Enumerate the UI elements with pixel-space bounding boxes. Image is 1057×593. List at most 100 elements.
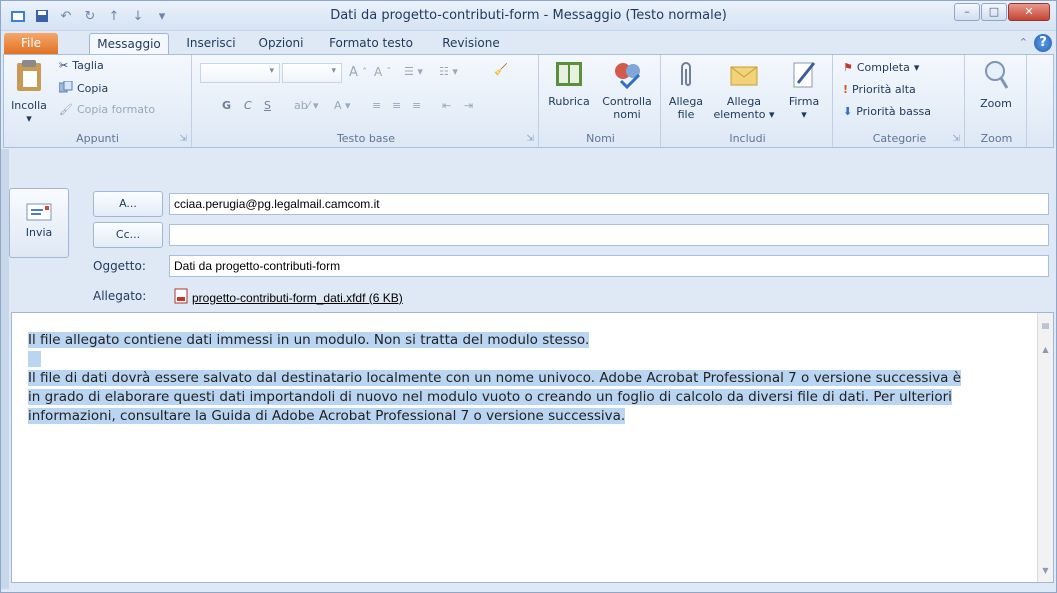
- close-button[interactable]: ✕: [1008, 3, 1050, 21]
- ribbon-tabs: File Messaggio Inserisci Opzioni Formato…: [1, 31, 1056, 55]
- dialog-launcher-icon[interactable]: ⇲: [952, 134, 960, 144]
- attach-file-button[interactable]: Allega file: [665, 59, 707, 121]
- dialog-launcher-icon[interactable]: ⇲: [526, 134, 534, 144]
- signature-icon: [781, 59, 827, 92]
- group-includi: Allega file Allega elemento ▾ Firma ▾ Inc…: [663, 55, 833, 147]
- body-paragraph-2-line-3: informazioni, consultare la Guida di Ado…: [28, 408, 626, 424]
- subject-label: Oggetto:: [93, 259, 146, 273]
- dialog-launcher-icon[interactable]: ⇲: [179, 134, 187, 144]
- exclamation-icon: !: [843, 83, 849, 96]
- font-size-combo[interactable]: ▾: [282, 63, 342, 83]
- cc-button[interactable]: Cc...: [93, 222, 163, 248]
- clipboard-icon: [6, 59, 52, 96]
- cc-field[interactable]: [169, 224, 1049, 246]
- to-field[interactable]: cciaa.perugia@pg.legalmail.camcom.it: [169, 193, 1049, 215]
- scroll-up-icon[interactable]: ▲: [1040, 343, 1051, 357]
- paperclip-icon: [665, 59, 707, 92]
- scroll-down-icon[interactable]: ▼: [1040, 564, 1051, 578]
- left-border: [1, 149, 9, 589]
- group-label-nomi: Nomi: [586, 132, 615, 145]
- tab-messaggio[interactable]: Messaggio: [89, 33, 169, 55]
- tab-formato-testo[interactable]: Formato testo: [321, 33, 421, 55]
- pdf-file-icon: [174, 288, 188, 307]
- address-book-icon: [543, 59, 595, 92]
- format-painter-button[interactable]: 🖌 Copia formato: [59, 103, 155, 116]
- message-body-text: Il file allegato contiene dati immessi i…: [28, 331, 1018, 426]
- group-testo-base: ▾ ▾ Aˆ Aˇ ☰ ▾ ☷ ▾ 🧹 G C S ab⁄ ▾ A ▾ ≡ ≡ …: [194, 55, 539, 147]
- chevron-down-icon: ▾: [331, 66, 336, 76]
- underline-button[interactable]: S: [264, 99, 271, 112]
- message-body[interactable]: Il file allegato contiene dati immessi i…: [11, 312, 1054, 583]
- subject-field[interactable]: Dati da progetto-contributi-form: [169, 255, 1049, 277]
- envelope-icon: [709, 59, 779, 92]
- attach-item-button[interactable]: Allega elemento ▾: [709, 59, 779, 121]
- group-label-includi: Includi: [729, 132, 766, 145]
- maximize-button[interactable]: □: [981, 3, 1007, 21]
- minimize-button[interactable]: –: [954, 3, 980, 21]
- grow-font-icon[interactable]: Aˆ: [349, 65, 367, 80]
- signature-button[interactable]: Firma ▾: [781, 59, 827, 121]
- group-label-appunti: Appunti: [76, 132, 119, 145]
- tab-revisione[interactable]: Revisione: [431, 33, 511, 55]
- bullets-icon[interactable]: ☰ ▾: [404, 65, 423, 78]
- attachment-item[interactable]: progetto-contributi-form_dati.xfdf (6 KB…: [174, 288, 403, 307]
- group-zoom: Zoom Zoom: [967, 55, 1027, 147]
- copy-button[interactable]: Copia: [58, 80, 108, 96]
- body-paragraph-2-line-2: in grado di elaborare questi dati import…: [28, 389, 952, 405]
- low-priority-button[interactable]: ⬇ Priorità bassa: [843, 105, 931, 118]
- paste-button[interactable]: Incolla ▾: [6, 59, 52, 125]
- zoom-button[interactable]: Zoom: [971, 59, 1021, 110]
- flag-icon: ⚑: [843, 61, 853, 74]
- align-right-icon[interactable]: ≡: [412, 99, 421, 112]
- clear-formatting-icon[interactable]: 🧹: [494, 63, 508, 76]
- group-categorie: ⚑ Completa ▾ ! Priorità alta ⬇ Priorità …: [835, 55, 965, 147]
- increase-indent-icon[interactable]: ⇥: [464, 99, 473, 112]
- follow-up-button[interactable]: ⚑ Completa ▾: [843, 61, 919, 74]
- copy-icon: [58, 80, 73, 96]
- window-title: Dati da progetto-contributi-form - Messa…: [330, 8, 727, 23]
- chevron-down-icon: ▾: [269, 66, 274, 76]
- italic-button[interactable]: C: [244, 99, 252, 112]
- tab-opzioni[interactable]: Opzioni: [251, 33, 311, 55]
- magnifier-icon: [971, 59, 1021, 94]
- to-button[interactable]: A...: [93, 191, 163, 217]
- tab-inserisci[interactable]: Inserisci: [181, 33, 241, 55]
- shrink-font-icon[interactable]: Aˇ: [374, 65, 391, 79]
- help-icon[interactable]: ?: [1034, 34, 1052, 52]
- high-priority-button[interactable]: ! Priorità alta: [843, 83, 916, 96]
- align-center-icon[interactable]: ≡: [392, 99, 401, 112]
- bold-button[interactable]: G: [222, 99, 231, 112]
- numbering-icon[interactable]: ☷ ▾: [439, 65, 458, 78]
- vertical-scrollbar[interactable]: ▤ ▲ ▼: [1037, 313, 1053, 582]
- scissors-icon: ✂: [59, 59, 69, 72]
- ruler-toggle-icon[interactable]: ▤: [1040, 319, 1051, 333]
- send-icon: [10, 201, 68, 226]
- brush-icon: 🖌: [59, 103, 73, 116]
- group-nomi: Rubrica Controlla nomi Nomi: [541, 55, 661, 147]
- check-names-icon: [597, 59, 657, 92]
- attachment-name: progetto-contributi-form_dati.xfdf (6 KB…: [192, 290, 403, 305]
- send-button[interactable]: Invia: [9, 188, 69, 258]
- group-label-testo-base: Testo base: [336, 132, 396, 145]
- message-header: Invia A... cciaa.perugia@pg.legalmail.ca…: [9, 151, 1054, 311]
- minimize-ribbon-icon[interactable]: ⌃: [1019, 36, 1028, 49]
- body-paragraph-1: Il file allegato contiene dati immessi i…: [28, 332, 590, 348]
- window-controls: – □ ✕: [954, 3, 1050, 21]
- down-arrow-icon: ⬇: [843, 105, 853, 118]
- font-name-combo[interactable]: ▾: [200, 63, 280, 83]
- outlook-message-window: ↶ ↻ ↑ ↓ ▾ Dati da progetto-contributi-fo…: [0, 0, 1057, 593]
- align-left-icon[interactable]: ≡: [372, 99, 381, 112]
- highlight-icon[interactable]: ab⁄ ▾: [294, 99, 319, 112]
- attachment-label: Allegato:: [93, 289, 147, 303]
- body-paragraph-2-line-1: Il file di dati dovrà essere salvato dal…: [28, 370, 962, 386]
- decrease-indent-icon[interactable]: ⇤: [442, 99, 451, 112]
- font-color-icon[interactable]: A ▾: [334, 99, 351, 112]
- address-book-button[interactable]: Rubrica: [543, 59, 595, 108]
- cut-button[interactable]: ✂ Taglia: [59, 59, 104, 72]
- group-label-zoom: Zoom: [980, 132, 1013, 145]
- check-names-button[interactable]: Controlla nomi: [597, 59, 657, 121]
- title-bar: ↶ ↻ ↑ ↓ ▾ Dati da progetto-contributi-fo…: [1, 1, 1056, 31]
- group-appunti: Incolla ▾ ✂ Taglia Copia 🖌 Copia formato …: [4, 55, 192, 147]
- body-blank-line: [28, 351, 41, 367]
- tab-file[interactable]: File: [4, 33, 58, 55]
